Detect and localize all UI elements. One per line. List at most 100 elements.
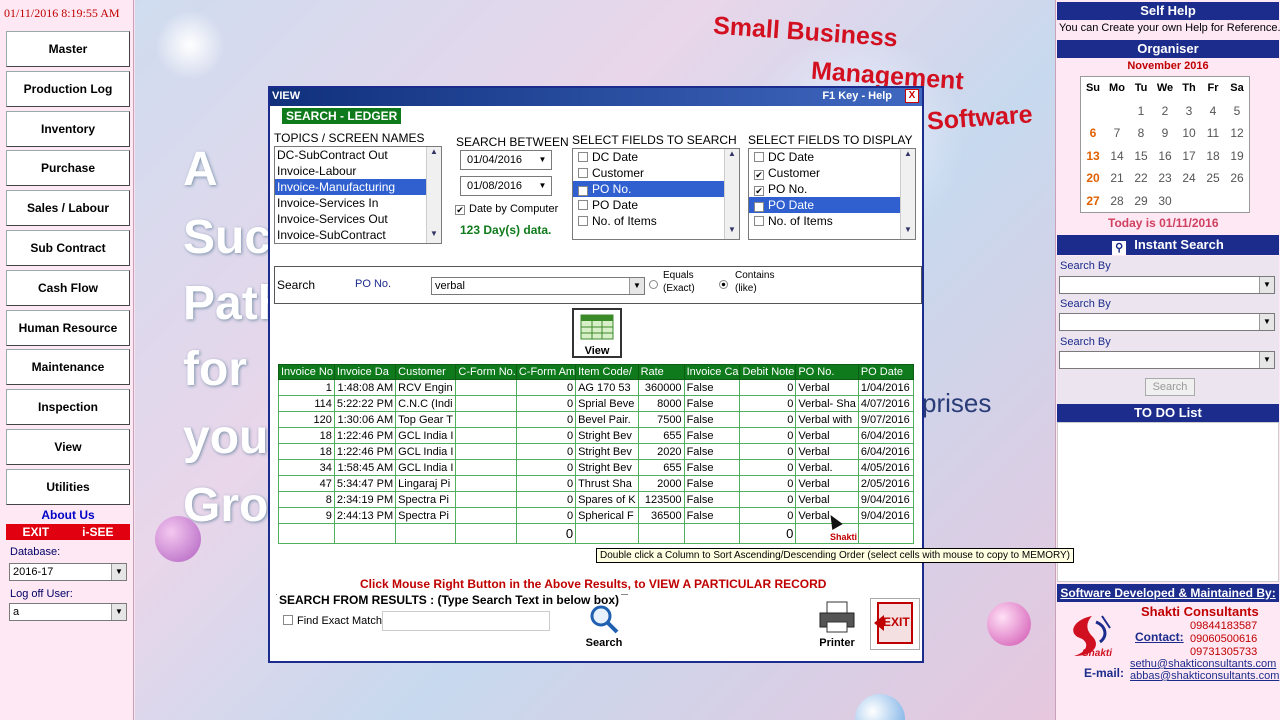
calendar-day[interactable]: 1 (1129, 100, 1153, 123)
table-cell[interactable]: 1:48:08 AM (333, 379, 397, 396)
email-2[interactable]: abbas@shakticonsultants.com (1130, 670, 1279, 682)
table-cell[interactable]: 0 (739, 491, 797, 508)
calendar-day[interactable]: 30 (1153, 190, 1177, 213)
calendar-day[interactable]: 14 (1105, 145, 1129, 168)
table-cell[interactable]: Stright Bev (575, 427, 639, 444)
table-cell[interactable]: 655 (637, 427, 685, 444)
search-results-button[interactable]: Search (580, 604, 628, 652)
column-header[interactable]: C-Form Am (515, 364, 577, 380)
calendar-day[interactable]: 18 (1201, 145, 1225, 168)
column-header[interactable]: Customer (395, 364, 457, 380)
list-item[interactable]: Invoice-Services In (275, 195, 441, 211)
menu-item-production-log[interactable]: Production Log (6, 70, 130, 107)
printer-button[interactable]: Printer (812, 600, 862, 650)
table-cell[interactable]: 8000 (637, 395, 685, 412)
calendar-day[interactable]: 24 (1177, 167, 1201, 190)
menu-item-human-resource[interactable]: Human Resource (6, 309, 130, 346)
table-cell[interactable]: 0 (515, 459, 577, 476)
list-item[interactable]: No. of Items (573, 213, 739, 229)
calendar-day[interactable]: 4 (1201, 100, 1225, 123)
table-cell[interactable]: 9/04/2016 (857, 491, 915, 508)
calendar-day[interactable]: 13 (1081, 145, 1105, 168)
table-cell[interactable]: Top Gear T (395, 411, 457, 428)
column-header[interactable]: Invoice No (278, 364, 335, 380)
table-cell[interactable]: C.N.C (Indi (395, 395, 457, 412)
calendar-day[interactable]: 27 (1081, 190, 1105, 213)
table-cell[interactable]: 2000 (637, 475, 685, 492)
table-cell[interactable]: 0 (739, 411, 797, 428)
column-header[interactable]: Invoice Da (333, 364, 397, 380)
database-select[interactable]: 2016-17 ▼ (9, 563, 127, 581)
calendar-day[interactable]: 19 (1225, 145, 1249, 168)
calendar-day[interactable]: 21 (1105, 167, 1129, 190)
search-by-select-2[interactable]: ▼ (1059, 313, 1275, 331)
table-cell[interactable]: Thrust Sha (575, 475, 639, 492)
table-cell[interactable]: 2:34:19 PM (333, 491, 397, 508)
table-cell[interactable] (455, 475, 517, 492)
scrollbar[interactable]: ▲ ▼ (900, 149, 915, 239)
table-cell[interactable]: Verbal with (795, 411, 859, 428)
table-cell[interactable]: False (683, 443, 741, 460)
table-cell[interactable]: False (683, 507, 741, 524)
checkbox-icon[interactable] (578, 200, 588, 210)
menu-item-cash-flow[interactable]: Cash Flow (6, 269, 130, 306)
table-cell[interactable]: Verbal (795, 427, 859, 444)
table-cell[interactable] (455, 491, 517, 508)
checkbox-checked-icon[interactable]: ✔ (754, 170, 764, 180)
column-header[interactable]: Invoice Ca (683, 364, 741, 380)
table-row[interactable]: 34 1:58:45 AM GCL India I 0 Stright Bev 655 Fa… (278, 459, 915, 476)
table-row[interactable]: 120 1:30:06 AM Top Gear T 0 Bevel Pair. 7500 F… (278, 411, 915, 428)
table-cell[interactable] (455, 443, 517, 460)
calendar-day[interactable]: 15 (1129, 145, 1153, 168)
table-cell[interactable]: 8 (278, 491, 335, 508)
table-cell[interactable] (455, 427, 517, 444)
table-cell[interactable]: Verbal- Sha (795, 395, 859, 412)
results-table[interactable]: Invoice No Invoice Da Customer C-Form No. C-… (278, 364, 915, 544)
table-cell[interactable]: Verbal. (795, 459, 859, 476)
menu-item-purchase[interactable]: Purchase (6, 150, 130, 187)
table-cell[interactable]: 0 (739, 379, 797, 396)
table-cell[interactable]: 5:22:22 PM (333, 395, 397, 412)
table-cell[interactable]: 1:22:46 PM (333, 427, 397, 444)
table-row[interactable]: 114 5:22:22 PM C.N.C (Indi 0 Sprial Beve 8000… (278, 395, 915, 412)
calendar-day[interactable]: 26 (1225, 167, 1249, 190)
search-fields-list[interactable]: DC Date Customer ✔ PO No. PO Date No. of Item… (572, 148, 740, 240)
list-item[interactable]: DC Date (573, 149, 739, 165)
calendar-day[interactable]: 22 (1129, 167, 1153, 190)
table-cell[interactable]: 36500 (637, 507, 685, 524)
table-cell[interactable]: 1:58:45 AM (333, 459, 397, 476)
column-header[interactable]: Rate (637, 364, 685, 380)
display-fields-list[interactable]: DC Date ✔ Customer ✔ PO No. ✔ PO Date No. of It… (748, 148, 916, 240)
scroll-up-icon[interactable]: ▲ (725, 149, 739, 163)
menu-item-maintenance[interactable]: Maintenance (6, 349, 130, 386)
list-item[interactable]: ✔ PO No. (573, 181, 739, 197)
table-cell[interactable]: 114 (278, 395, 335, 412)
table-cell[interactable]: 0 (515, 443, 577, 460)
table-cell[interactable]: RCV Engin (395, 379, 457, 396)
table-cell[interactable]: False (683, 427, 741, 444)
search-results-input[interactable] (382, 611, 550, 631)
table-row[interactable]: 18 1:22:46 PM GCL India I 0 Stright Bev 655 Fa… (278, 427, 915, 444)
table-cell[interactable]: 1:30:06 AM (333, 411, 397, 428)
table-cell[interactable]: False (683, 395, 741, 412)
table-cell[interactable]: 360000 (637, 379, 685, 396)
menu-item-master[interactable]: Master (6, 31, 130, 67)
table-cell[interactable]: Sprial Beve (575, 395, 639, 412)
list-item[interactable]: Invoice-SubContract (275, 227, 441, 243)
table-cell[interactable]: False (683, 491, 741, 508)
calendar-day[interactable]: 5 (1225, 100, 1249, 123)
table-cell[interactable]: 7500 (637, 411, 685, 428)
list-item[interactable]: ✔ PO Date (749, 197, 915, 213)
menu-item-utilities[interactable]: Utilities (6, 468, 130, 505)
table-cell[interactable]: 47 (278, 475, 335, 492)
close-icon[interactable]: X (905, 89, 919, 103)
table-cell[interactable] (455, 507, 517, 524)
calendar-day[interactable]: 3 (1177, 100, 1201, 123)
checkbox-icon[interactable] (578, 216, 588, 226)
table-cell[interactable]: Spectra Pi (395, 491, 457, 508)
checkbox-checked-icon[interactable]: ✔ (754, 202, 764, 212)
scroll-down-icon[interactable]: ▼ (901, 225, 915, 239)
totals-row[interactable]: 00 (278, 523, 915, 544)
calendar-day[interactable]: 25 (1201, 167, 1225, 190)
scroll-up-icon[interactable]: ▲ (901, 149, 915, 163)
